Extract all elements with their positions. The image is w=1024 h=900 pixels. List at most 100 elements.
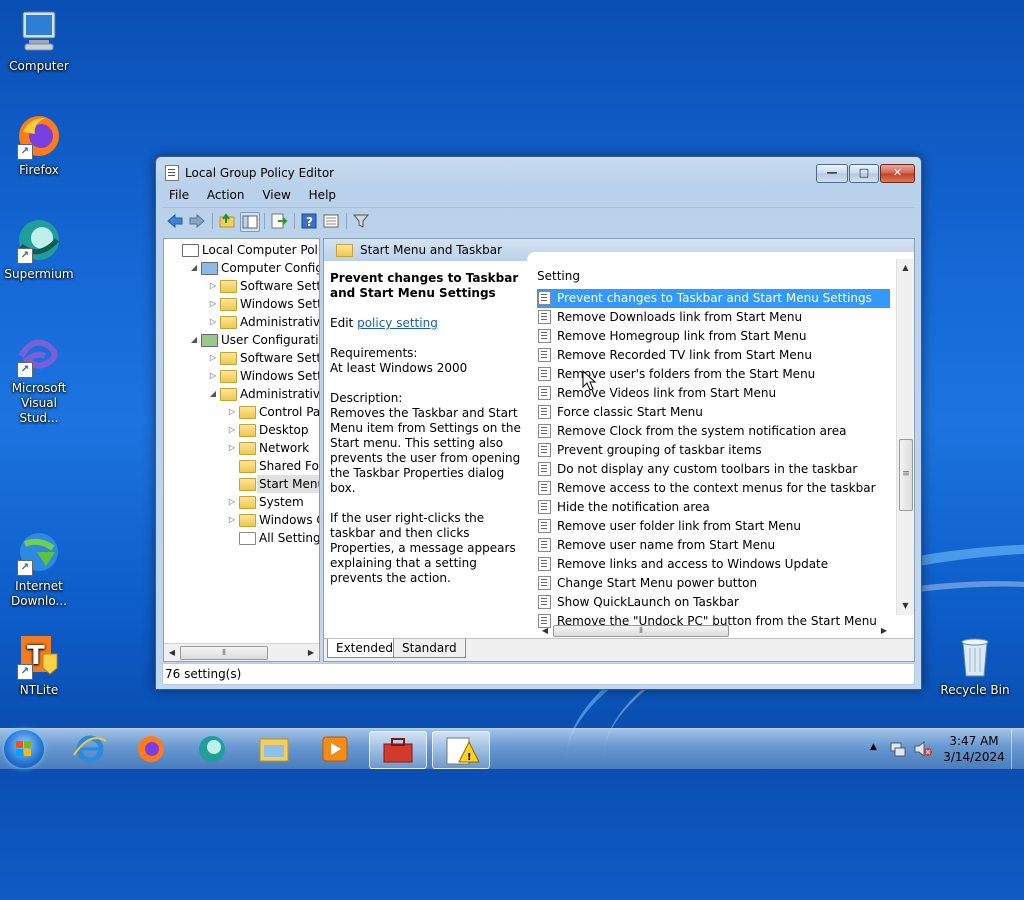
filter-icon[interactable]	[352, 212, 370, 230]
title-bar[interactable]: Local Group Policy Editor — □ ✕	[156, 157, 921, 185]
desktop-icon-internet-download[interactable]: ↗ Internet Downlo...	[1, 528, 77, 609]
expand-icon[interactable]: ▷	[208, 277, 218, 295]
setting-label: Remove user folder link from Start Menu	[557, 519, 802, 533]
tab-standard[interactable]: Standard	[393, 639, 466, 658]
scroll-right-icon[interactable]: ▶	[303, 644, 319, 661]
up-folder-icon[interactable]	[218, 212, 236, 230]
help-icon[interactable]: ?	[300, 212, 318, 230]
scroll-left-icon[interactable]: ◀	[537, 624, 553, 638]
setting-label: Remove Recorded TV link from Start Menu	[557, 348, 812, 362]
policy-description: Prevent changes to Taskbar and Start Men…	[330, 271, 530, 586]
scroll-thumb[interactable]: ≡	[899, 439, 913, 511]
desktop-icon-supermium[interactable]: ↗ Supermium	[1, 216, 77, 282]
scroll-right-icon[interactable]: ▶	[876, 624, 892, 638]
properties-icon[interactable]	[322, 212, 340, 230]
volume-muted-icon[interactable]	[914, 741, 932, 757]
setting-row[interactable]: Prevent changes to Taskbar and Start Men…	[537, 289, 890, 308]
folder-icon	[239, 478, 256, 491]
scroll-left-icon[interactable]: ◀	[164, 644, 180, 661]
expand-icon[interactable]: ▷	[227, 439, 237, 457]
collapse-icon[interactable]: ◢	[189, 331, 199, 349]
setting-label: Do not display any custom toolbars in th…	[557, 462, 858, 476]
taskbar-file-explorer[interactable]	[246, 731, 302, 767]
export-list-icon[interactable]	[270, 212, 288, 230]
back-arrow-icon[interactable]	[166, 212, 184, 230]
close-button[interactable]: ✕	[880, 164, 915, 183]
desktop-icon-computer[interactable]: Computer	[1, 8, 77, 74]
taskbar-media-player[interactable]	[307, 731, 363, 767]
collapse-icon[interactable]: ◢	[189, 259, 199, 277]
menu-help[interactable]: Help	[302, 185, 343, 206]
forward-arrow-icon[interactable]	[188, 212, 206, 230]
menu-action[interactable]: Action	[200, 185, 252, 206]
expand-icon[interactable]: ▷	[227, 493, 237, 511]
setting-row[interactable]: Remove user name from Start Menu	[537, 536, 890, 555]
setting-row[interactable]: Show QuickLaunch on Taskbar	[537, 593, 890, 612]
setting-row[interactable]: Remove user folder link from Start Menu	[537, 517, 890, 536]
policy-setting-icon	[538, 499, 551, 514]
setting-row[interactable]: Force classic Start Menu	[537, 403, 890, 422]
expand-icon[interactable]: ▷	[208, 295, 218, 313]
policy-setting-icon	[538, 461, 551, 476]
menu-view[interactable]: View	[255, 185, 297, 206]
expand-icon[interactable]: ▷	[227, 511, 237, 529]
expand-icon[interactable]: ▷	[227, 421, 237, 439]
desktop-icon-ntlite[interactable]: T ↗ NTLite	[1, 632, 77, 698]
scroll-down-icon[interactable]: ▼	[897, 597, 914, 614]
taskbar-group-policy-editor[interactable]: !	[432, 731, 490, 769]
tree-pane[interactable]: Local Computer Policy◢Computer Configura…	[163, 238, 320, 662]
column-header-setting[interactable]: Setting	[537, 269, 580, 283]
expand-icon[interactable]: ▷	[208, 367, 218, 385]
expand-icon[interactable]: ▷	[208, 313, 218, 331]
policy-setting-icon	[538, 328, 551, 343]
network-icon[interactable]	[890, 741, 906, 757]
taskbar-internet-explorer[interactable]	[62, 731, 118, 767]
setting-row[interactable]: Prevent grouping of taskbar items	[537, 441, 890, 460]
settings-horizontal-scrollbar[interactable]: ◀ ⦀ ▶	[537, 624, 892, 638]
folder-icon	[239, 460, 256, 473]
minimize-button[interactable]: —	[816, 164, 848, 183]
setting-row[interactable]: Hide the notification area	[537, 498, 890, 517]
tree-horizontal-scrollbar[interactable]: ◀ ⦀ ▶	[164, 643, 319, 661]
setting-row[interactable]: Remove Homegroup link from Start Menu	[537, 327, 890, 346]
setting-row[interactable]: Remove Downloads link from Start Menu	[537, 308, 890, 327]
scroll-thumb[interactable]: ⦀	[180, 646, 268, 660]
expand-icon[interactable]: ▷	[227, 403, 237, 421]
ntlite-icon: T ↗	[15, 632, 63, 680]
taskbar-supermium[interactable]	[184, 731, 240, 767]
edit-policy-setting-link[interactable]: policy setting	[357, 316, 438, 330]
menu-file[interactable]: File	[162, 185, 196, 206]
policy-setting-icon	[538, 347, 551, 362]
desktop-icon-firefox[interactable]: ↗ Firefox	[1, 112, 77, 178]
taskbar-toolbox-app[interactable]	[369, 731, 427, 769]
setting-row[interactable]: Do not display any custom toolbars in th…	[537, 460, 890, 479]
show-hide-tree-icon[interactable]	[240, 212, 260, 232]
description-text-2: If the user right-clicks the taskbar and…	[330, 511, 516, 585]
settings-vertical-scrollbar[interactable]: ▲ ≡ ▼	[896, 259, 914, 615]
show-desktop-button[interactable]	[1011, 729, 1024, 769]
collapse-icon[interactable]: ◢	[208, 385, 218, 403]
setting-row[interactable]: Remove Recorded TV link from Start Menu	[537, 346, 890, 365]
setting-row[interactable]: Change Start Menu power button	[537, 574, 890, 593]
expand-icon[interactable]: ▷	[208, 349, 218, 367]
setting-row[interactable]: Remove access to the context menus for t…	[537, 479, 890, 498]
show-hidden-icons-button[interactable]: ▲	[870, 742, 877, 752]
tab-extended[interactable]: Extended	[327, 639, 402, 658]
toolbar-separator	[264, 213, 265, 229]
clock[interactable]: 3:47 AM 3/14/2024	[940, 733, 1008, 765]
description-label: Description:	[330, 391, 403, 405]
desktop-icon-visual-studio[interactable]: ↗ Microsoft Visual Stud...	[1, 330, 77, 426]
start-button[interactable]	[4, 730, 44, 768]
media-player-icon	[322, 736, 348, 762]
tree-item-label: Network	[259, 441, 310, 455]
setting-row[interactable]: Remove Clock from the system notificatio…	[537, 422, 890, 441]
folder-icon	[239, 514, 256, 527]
maximize-button[interactable]: □	[849, 164, 879, 183]
scroll-up-icon[interactable]: ▲	[897, 259, 914, 276]
desktop-icon-recycle-bin[interactable]: Recycle Bin	[937, 632, 1013, 698]
scroll-thumb[interactable]: ⦀	[553, 625, 729, 637]
taskbar-firefox[interactable]	[123, 731, 179, 767]
windows-flag-icon	[16, 741, 32, 757]
edit-policy-line: Edit policy setting	[330, 316, 530, 331]
setting-row[interactable]: Remove links and access to Windows Updat…	[537, 555, 890, 574]
